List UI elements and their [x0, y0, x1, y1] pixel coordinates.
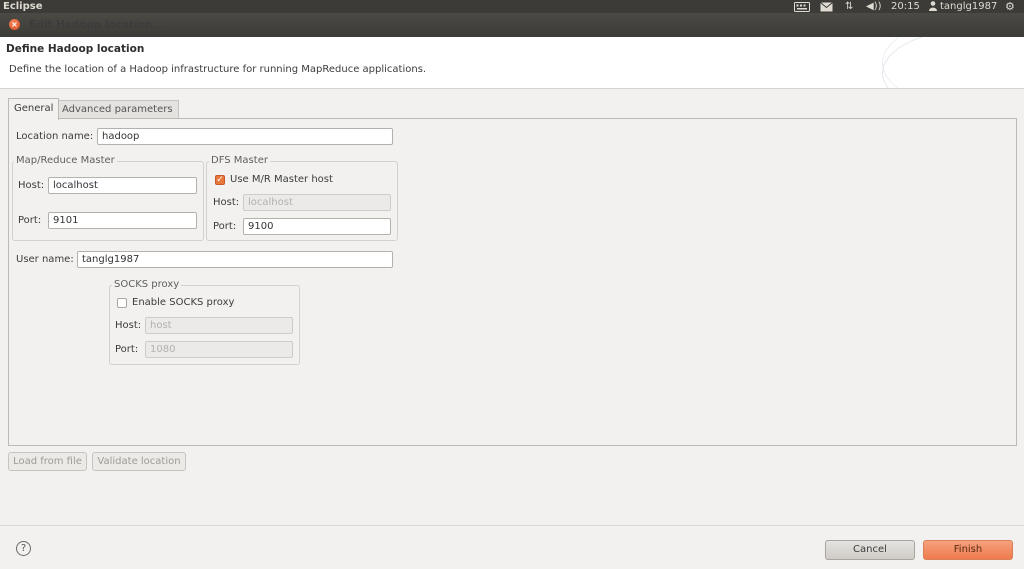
- mr-port-input[interactable]: [48, 212, 197, 229]
- user-name-input[interactable]: [77, 251, 393, 268]
- mr-host-input[interactable]: [48, 177, 197, 194]
- network-icon[interactable]: ⇅: [845, 0, 853, 13]
- mr-port-label: Port:: [18, 215, 42, 226]
- enable-socks-proxy-checkbox[interactable]: [117, 298, 127, 308]
- tab-advanced-parameters[interactable]: Advanced parameters: [56, 100, 179, 119]
- enable-socks-proxy-label[interactable]: Enable SOCKS proxy: [132, 296, 234, 310]
- close-icon[interactable]: ×: [9, 19, 20, 30]
- socks-proxy-title: SOCKS proxy: [112, 279, 182, 291]
- use-mr-master-host-label[interactable]: Use M/R Master host: [230, 173, 333, 187]
- gear-icon[interactable]: ⚙: [1005, 0, 1015, 13]
- page-title: Define Hadoop location: [6, 43, 145, 55]
- finish-button[interactable]: Finish: [923, 540, 1013, 560]
- mr-master-title: Map/Reduce Master: [14, 155, 117, 167]
- mr-host-label: Host:: [18, 180, 45, 191]
- app-name: Eclipse: [3, 1, 43, 12]
- dfs-host-input: [243, 194, 391, 211]
- socks-host-label: Host:: [115, 320, 142, 331]
- mr-master-group: [12, 161, 204, 241]
- load-from-file-button[interactable]: Load from file: [8, 452, 87, 471]
- use-mr-master-host-checkbox[interactable]: ✓: [215, 175, 225, 185]
- system-top-panel: Eclipse ⇅ ◀)) 20:15 tanglg1987 ⚙: [0, 0, 1024, 13]
- page-description: Define the location of a Hadoop infrastr…: [9, 64, 427, 75]
- location-name-label: Location name:: [16, 131, 94, 142]
- dfs-port-label: Port:: [213, 221, 237, 232]
- user-name[interactable]: tanglg1987: [940, 0, 997, 13]
- tab-general[interactable]: General: [8, 98, 60, 120]
- dfs-port-input[interactable]: [243, 218, 391, 235]
- cancel-button[interactable]: Cancel: [825, 540, 915, 560]
- dfs-master-title: DFS Master: [209, 155, 270, 167]
- socks-port-label: Port:: [115, 344, 139, 355]
- footer-divider: [0, 525, 1024, 526]
- wizard-header: Define Hadoop location Define the locati…: [0, 37, 1024, 89]
- help-icon[interactable]: ?: [16, 541, 31, 556]
- location-name-input[interactable]: [97, 128, 393, 145]
- header-decoration: [882, 37, 1024, 88]
- volume-icon[interactable]: ◀)): [866, 0, 882, 13]
- user-name-label: User name:: [16, 254, 74, 265]
- clock-time[interactable]: 20:15: [891, 0, 920, 13]
- socks-port-input: [145, 341, 293, 358]
- dfs-host-label: Host:: [213, 197, 240, 208]
- window-title: Edit Hadoop location...: [29, 19, 165, 31]
- validate-location-button[interactable]: Validate location: [92, 452, 186, 471]
- socks-host-input: [145, 317, 293, 334]
